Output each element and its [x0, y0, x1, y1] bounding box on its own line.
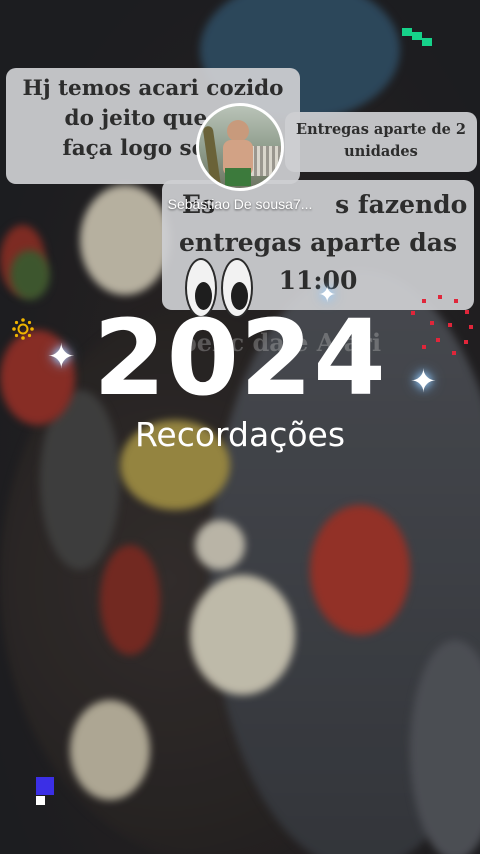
memories-subtitle: Recordações [134, 415, 346, 454]
pixel-glyph-icon [36, 777, 56, 807]
username-label[interactable]: Sebastiao De sousa7... [140, 196, 340, 212]
pixel-glyph-icon [402, 28, 434, 48]
bubble-2-line-2: unidades [344, 143, 418, 160]
sparkle-icon: ✦ [47, 337, 76, 377]
bubble-3-line-2: entregas aparte das [178, 228, 458, 257]
bubble-1-line-1: Hj temos acari cozido [22, 76, 284, 101]
bubble-3-frag-b: s fazendo [335, 190, 468, 219]
sparkle-icon: ✦ [410, 362, 437, 400]
story-text-bubble-2: Entregas aparte de 2 unidades [285, 112, 477, 172]
bubble-2-line-1: Entregas aparte de 2 [296, 121, 466, 138]
sparkle-icon: ✦ [318, 283, 337, 308]
avatar[interactable] [196, 103, 284, 191]
